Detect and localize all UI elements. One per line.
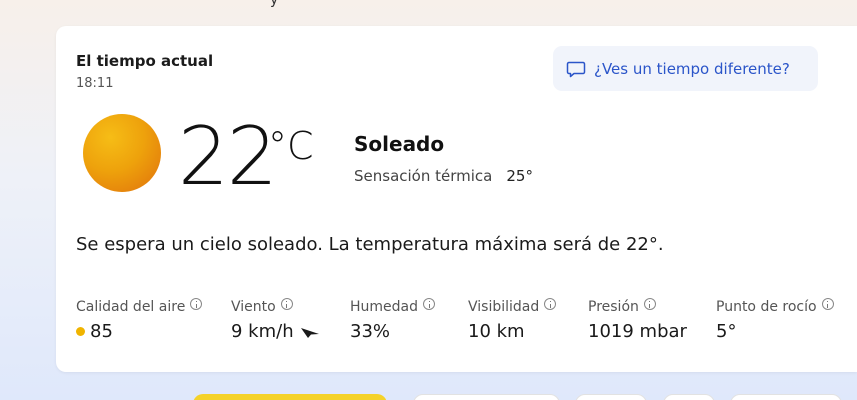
metric-dew-point[interactable]: Punto de rocío 5° xyxy=(716,298,834,342)
feels-like: Sensación térmica 25° xyxy=(354,167,533,185)
metric-value: 5° xyxy=(716,321,737,342)
temperature-value: 22 xyxy=(178,110,278,203)
wind-direction-arrow-icon xyxy=(300,327,319,338)
metric-value: 85 xyxy=(90,321,113,342)
weather-condition: Soleado xyxy=(354,132,445,156)
different-weather-label: ¿Ves un tiempo diferente? xyxy=(594,59,790,78)
temperature-unit[interactable]: °C xyxy=(268,126,314,166)
bottom-pill[interactable] xyxy=(575,394,647,400)
metric-value: 9 km/h xyxy=(231,321,294,342)
metric-value: 1019 mbar xyxy=(588,321,687,342)
metric-label: Visibilidad xyxy=(468,299,540,315)
air-quality-dot-icon xyxy=(76,327,85,336)
feels-like-label: Sensación térmica xyxy=(354,167,493,185)
observation-time: 18:11 xyxy=(76,76,114,91)
metric-value: 10 km xyxy=(468,321,525,342)
metric-label: Presión xyxy=(588,299,639,315)
card-title: El tiempo actual xyxy=(76,52,214,70)
top-text-fragment: y xyxy=(270,0,279,8)
weather-summary: Se espera un cielo soleado. La temperatu… xyxy=(76,234,664,255)
metric-humidity[interactable]: Humedad 33% xyxy=(350,298,436,342)
metric-label: Punto de rocío xyxy=(716,299,817,315)
info-icon[interactable] xyxy=(423,298,436,310)
info-icon[interactable] xyxy=(190,298,203,310)
metric-label: Viento xyxy=(231,299,276,315)
bottom-pill-primary[interactable] xyxy=(193,394,387,400)
metric-visibility[interactable]: Visibilidad 10 km xyxy=(468,298,557,342)
different-weather-button[interactable]: ¿Ves un tiempo diferente? xyxy=(553,46,818,91)
metric-wind[interactable]: Viento 9 km/h xyxy=(231,298,320,342)
chat-bubble-icon xyxy=(566,61,586,77)
info-icon[interactable] xyxy=(280,298,293,310)
current-weather-card: El tiempo actual 18:11 ¿Ves un tiempo di… xyxy=(56,26,857,372)
metric-pressure[interactable]: Presión 1019 mbar xyxy=(588,298,687,342)
bottom-pill[interactable] xyxy=(663,394,715,400)
metric-label: Humedad xyxy=(350,299,419,315)
bottom-pill[interactable] xyxy=(730,394,842,400)
feels-like-value: 25° xyxy=(506,167,533,185)
sun-icon xyxy=(83,114,161,192)
info-icon[interactable] xyxy=(544,298,557,310)
info-icon[interactable] xyxy=(643,298,656,310)
info-icon[interactable] xyxy=(821,298,834,310)
metric-air-quality[interactable]: Calidad del aire 85 xyxy=(76,298,203,342)
metric-value: 33% xyxy=(350,321,391,342)
metric-label: Calidad del aire xyxy=(76,299,186,315)
bottom-pill[interactable] xyxy=(413,394,560,400)
